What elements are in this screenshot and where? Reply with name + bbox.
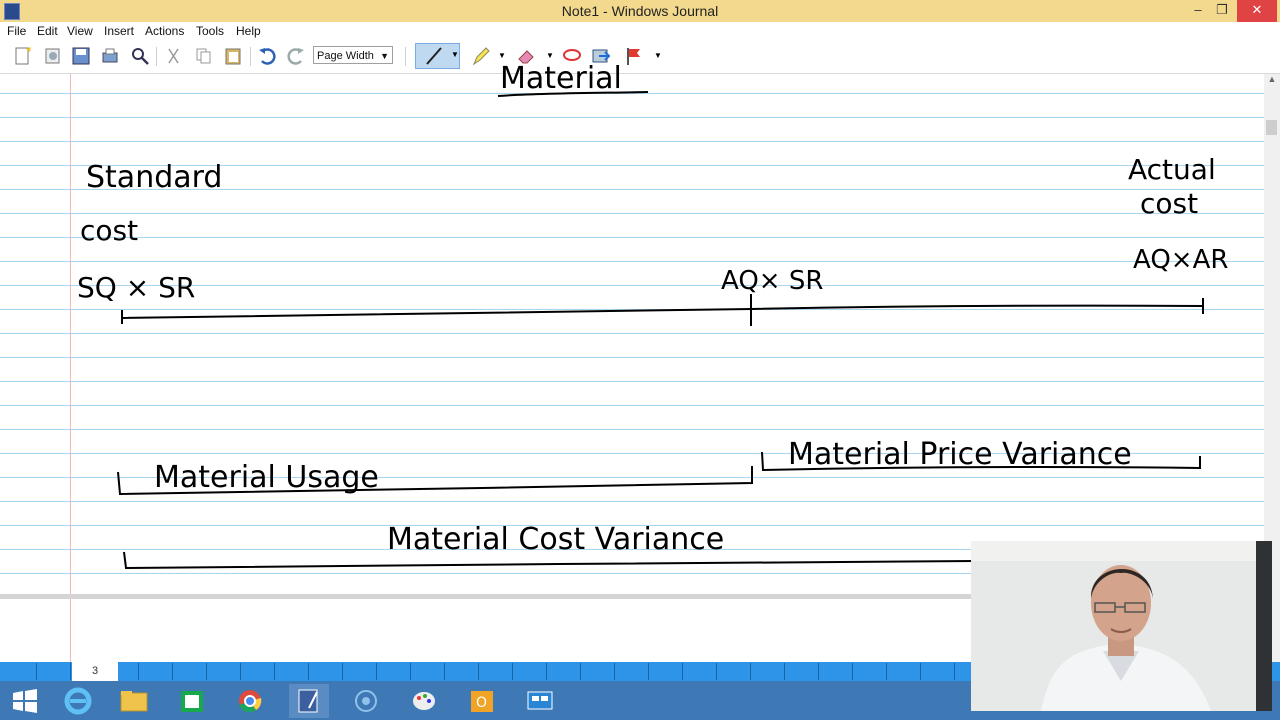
ink-standard-label: Standard xyxy=(86,160,222,195)
page-thumbnail-cell[interactable] xyxy=(648,663,649,680)
store-icon[interactable] xyxy=(172,684,212,718)
page-thumbnail-cell[interactable] xyxy=(308,663,309,680)
page-thumbnail-cell[interactable] xyxy=(36,663,37,680)
page-thumbnail-cell[interactable] xyxy=(410,663,411,680)
page-thumbnail-cell[interactable] xyxy=(682,663,683,680)
page-thumbnail-cell[interactable] xyxy=(614,663,615,680)
svg-text:O: O xyxy=(476,695,487,711)
page-thumbnail-cell[interactable] xyxy=(818,663,819,680)
scroll-up-icon[interactable]: ▲ xyxy=(1264,74,1280,88)
ink-heading: Material xyxy=(500,61,622,96)
ink-material-cost-variance: Material Cost Variance xyxy=(387,522,724,557)
internet-explorer-icon[interactable] xyxy=(58,684,98,718)
recorder-icon[interactable] xyxy=(346,684,386,718)
remote-desktop-icon[interactable] xyxy=(520,684,560,718)
page-margin-line xyxy=(70,599,71,662)
page-thumbnail-cell[interactable] xyxy=(478,663,479,680)
presenter-video-image xyxy=(971,541,1272,711)
chrome-icon[interactable] xyxy=(230,684,270,718)
page-number[interactable]: 3 xyxy=(72,662,118,681)
page-thumbnail-cell[interactable] xyxy=(852,663,853,680)
ink-layer: Material Standard cost SQ × SR AQ× SR Ac… xyxy=(77,61,1228,570)
ink-cost-label: cost xyxy=(80,214,138,247)
scrollbar-thumb[interactable] xyxy=(1266,120,1277,135)
page-thumbnail-cell[interactable] xyxy=(70,663,71,680)
ink-actual-cost-label: cost xyxy=(1140,187,1198,220)
ink-actual-label: Actual xyxy=(1128,153,1216,186)
page-thumbnail-cell[interactable] xyxy=(716,663,717,680)
ink-aq-sr: AQ× SR xyxy=(721,266,823,296)
page-thumbnail-cell[interactable] xyxy=(172,663,173,680)
page-thumbnail-cell[interactable] xyxy=(750,663,751,680)
windows-start-icon[interactable] xyxy=(4,684,44,718)
ink-aq-ar: AQ×AR xyxy=(1133,245,1228,275)
page-thumbnail-cell[interactable] xyxy=(512,663,513,680)
page-thumbnail-cell[interactable] xyxy=(886,663,887,680)
page-thumbnail-cell[interactable] xyxy=(138,663,139,680)
page-thumbnail-cell[interactable] xyxy=(580,663,581,680)
page-thumbnail-cell[interactable] xyxy=(784,663,785,680)
ink-timeline xyxy=(121,304,1204,319)
page-thumbnail-cell[interactable] xyxy=(342,663,343,680)
page-thumbnail-cell[interactable] xyxy=(954,663,955,680)
page-thumbnail-cell[interactable] xyxy=(546,663,547,680)
outlook-icon[interactable]: O xyxy=(462,684,502,718)
page-thumbnail-cell[interactable] xyxy=(376,663,377,680)
page-thumbnail-cell[interactable] xyxy=(920,663,921,680)
ink-sq-sr: SQ × SR xyxy=(77,271,195,304)
windows-journal-taskbar-icon[interactable] xyxy=(289,684,329,718)
page-thumbnail-cell[interactable] xyxy=(206,663,207,680)
paint-icon[interactable] xyxy=(404,684,444,718)
webcam-overlay xyxy=(971,541,1272,711)
page-thumbnail-cell[interactable] xyxy=(274,663,275,680)
page-thumbnail-cell[interactable] xyxy=(444,663,445,680)
page-thumbnail-cell[interactable] xyxy=(240,663,241,680)
file-explorer-icon[interactable] xyxy=(114,684,154,718)
